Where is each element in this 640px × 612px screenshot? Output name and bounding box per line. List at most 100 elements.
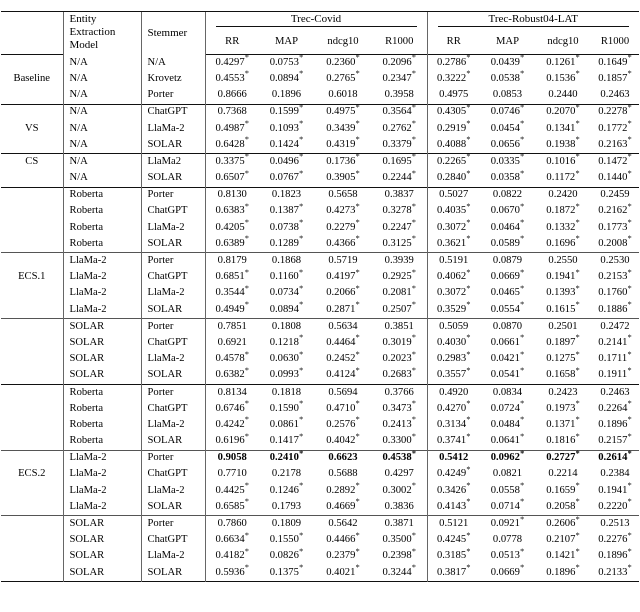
robust-rr-cell: 0.5412 <box>426 450 480 467</box>
robust-rr-cell-value: 0.4035 <box>436 205 467 217</box>
entity-extraction-model-header: Entity Extraction Model <box>62 12 141 55</box>
significance-star: * <box>299 201 304 211</box>
significance-star: * <box>355 234 360 244</box>
robust-map-cell: 0.0714* <box>480 498 535 516</box>
robust-rr-cell-value: 0.3817 <box>436 566 467 578</box>
table-row: Roberta SOLAR 0.6389* 0.1289* 0.4366* 0.3125*… <box>1 234 639 253</box>
covid-ndcg10-cell: 0.4464* <box>314 334 372 351</box>
covid-ndcg10-cell-value: 0.4124 <box>326 369 356 381</box>
robust-map-cell: 0.0921* <box>480 515 535 532</box>
significance-star: * <box>411 201 417 211</box>
significance-star: * <box>575 102 580 112</box>
significance-star: * <box>411 415 417 425</box>
significance-star: * <box>355 267 360 277</box>
table-row: LlaMa-2 SOLAR 0.6585* 0.1793 0.4669* 0.3836 0.… <box>1 497 639 516</box>
significance-star: * <box>575 497 580 507</box>
corner-cell-2 <box>1 31 63 55</box>
covid-r1000-cell-value: 0.2925 <box>382 271 412 283</box>
significance-star: * <box>355 365 360 375</box>
covid-map-cell: 0.1093* <box>259 119 314 137</box>
significance-star: * <box>244 201 250 211</box>
robust-r1000-cell: 0.2384 <box>591 467 639 483</box>
stemmer-cell: LlaMa-2 <box>140 482 205 500</box>
stemmer-cell: N/A <box>140 55 205 72</box>
covid-ndcg10-cell: 0.4042* <box>314 432 372 450</box>
robust-ndcg10-cell-value: 0.2440 <box>548 89 578 101</box>
significance-star: * <box>299 69 304 79</box>
covid-r1000-cell: 0.3851 <box>372 319 427 335</box>
covid-map-cell: 0.1424* <box>259 136 314 154</box>
covid-r1000-cell-value: 0.2398 <box>382 550 412 562</box>
significance-star: * <box>244 283 250 293</box>
group-label-spacer <box>1 433 63 450</box>
robust-r1000-cell: 0.1472* <box>591 153 639 170</box>
covid-map-cell-value: 0.1160 <box>269 271 299 283</box>
covid-rr-cell-value: 0.4425 <box>215 484 245 496</box>
robust-rr-cell-value: 0.2983 <box>436 353 467 365</box>
covid-rr-cell: 0.5936* <box>204 563 259 582</box>
significance-star: * <box>411 168 417 178</box>
entity-extraction-model-cell: SOLAR <box>62 367 141 385</box>
covid-map-cell-value: 0.1289 <box>269 237 299 249</box>
robust-rr-cell-value: 0.4088 <box>436 138 467 150</box>
covid-rr-cell-value: 0.4949 <box>215 303 245 315</box>
entity-extraction-model-cell: LlaMa-2 <box>62 482 141 500</box>
robust-rr-cell-value: 0.3621 <box>436 237 467 249</box>
covid-ndcg10-cell: 0.2279* <box>314 219 372 236</box>
entity-header-line-3: Model <box>69 39 99 51</box>
significance-star: * <box>355 53 360 63</box>
robust-ndcg10-cell-value: 0.1615 <box>546 303 576 315</box>
significance-star: * <box>575 267 580 277</box>
robust-r1000-cell: 0.2278* <box>591 103 639 121</box>
robust-rr-cell: 0.2786* <box>426 54 480 72</box>
covid-ndcg10-cell: 0.1736* <box>314 153 372 170</box>
robust-r1000-cell-value: 0.2157 <box>598 435 628 447</box>
significance-star: * <box>411 448 417 458</box>
robust-map-cell-value: 0.0335 <box>490 155 520 167</box>
robust-r1000-cell: 0.2008* <box>591 235 639 253</box>
robust-rr-cell-value: 0.4920 <box>439 386 469 398</box>
entity-extraction-model-cell: LlaMa-2 <box>62 285 141 302</box>
covid-rr-cell-value: 0.4242 <box>215 418 245 430</box>
entity-extraction-model-cell: LlaMa-2 <box>62 450 141 467</box>
covid-map-cell-value: 0.0894 <box>269 72 299 84</box>
covid-map-cell: 0.0496* <box>259 153 314 170</box>
dataset-group-trec-robust04-lat-label: Trec-Robust04-LAT <box>437 14 629 27</box>
covid-rr-cell: 0.6428* <box>204 136 259 154</box>
covid-rr-cell: 0.8134 <box>204 384 259 401</box>
covid-map-cell: 0.1550* <box>259 531 314 548</box>
table-row: SOLAR Porter 0.7851 0.1808 0.5634 0.3851 0.505… <box>1 319 639 336</box>
significance-star: * <box>244 399 250 409</box>
stemmer-cell: Krovetz <box>140 71 205 88</box>
covid-map-cell: 0.1387* <box>259 201 314 220</box>
covid-ndcg10-cell: 0.4669* <box>314 498 372 516</box>
group-label-spacer <box>1 302 63 319</box>
robust-ndcg10-cell-value: 0.1371 <box>546 418 576 430</box>
significance-star: * <box>575 218 580 228</box>
significance-star: * <box>411 300 417 310</box>
robust-rr-cell: 0.4030* <box>426 334 480 352</box>
robust-rr-cell: 0.5059 <box>426 319 480 336</box>
robust-rr-cell-value: 0.3557 <box>436 369 467 381</box>
robust-r1000-cell-value: 0.1711 <box>598 353 628 365</box>
robust-map-cell: 0.0464* <box>480 219 535 236</box>
covid-rr-cell-value: 0.6585 <box>215 500 245 512</box>
robust-r1000-cell-value: 0.1440 <box>598 172 628 184</box>
robust-r1000-cell: 0.1857* <box>591 70 639 87</box>
covid-r1000-cell-value: 0.2081 <box>382 287 412 299</box>
covid-ndcg10-cell-value: 0.6018 <box>328 89 358 101</box>
significance-star: * <box>355 102 360 112</box>
covid-rr-cell: 0.4553* <box>204 70 259 88</box>
entity-extraction-model-cell: N/A <box>62 136 141 154</box>
group-label-spacer <box>1 532 63 548</box>
significance-star: * <box>520 102 525 112</box>
robust-rr-cell: 0.5191 <box>426 253 480 270</box>
covid-map-cell-value: 0.1417 <box>269 435 299 447</box>
significance-star: * <box>520 448 525 458</box>
robust-r1000-cell-value: 0.1886 <box>598 303 628 315</box>
covid-r1000-cell: 0.1695* <box>372 153 427 170</box>
covid-r1000-cell: 0.3837 <box>372 188 427 204</box>
table-row: LlaMa-2 LlaMa-2 0.4425* 0.1246* 0.2892* 0.300… <box>1 482 639 500</box>
covid-rr-cell: 0.8666 <box>204 87 259 105</box>
group-label-spacer <box>1 499 63 516</box>
